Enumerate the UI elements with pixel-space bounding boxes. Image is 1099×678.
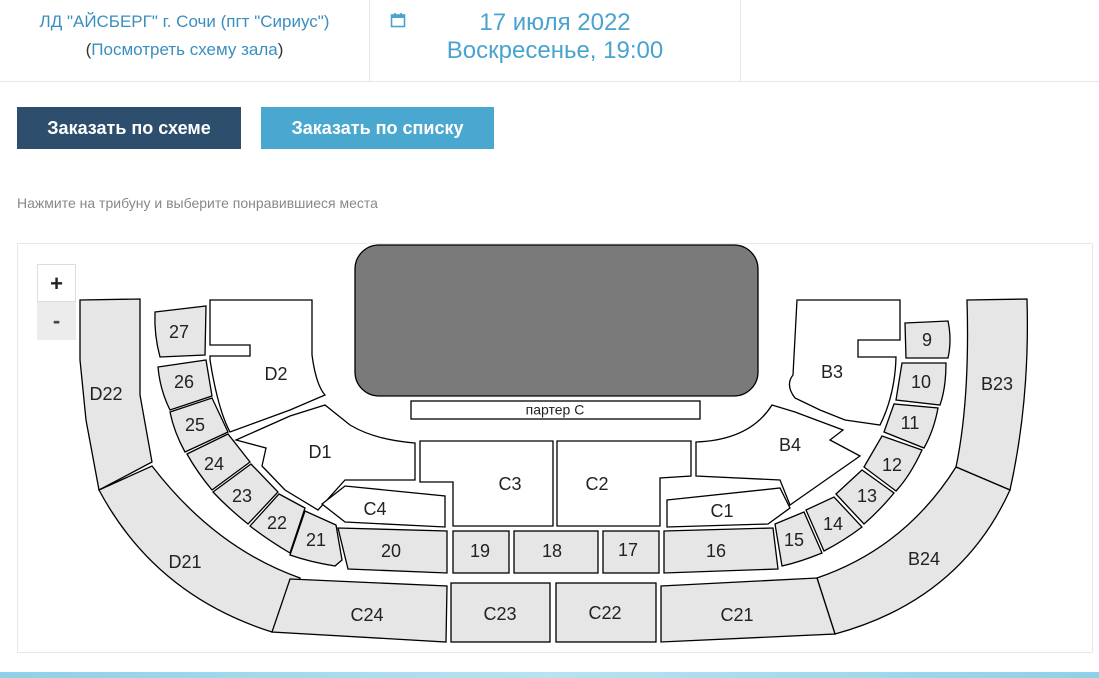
section-b23[interactable]: B23	[955, 298, 1029, 491]
event-header: ЛД "АЙСБЕРГ" г. Сочи (пгт "Сириус") (Пос…	[0, 0, 1099, 82]
section-19[interactable]: 19	[452, 530, 510, 574]
svg-text:партер C: партер C	[526, 402, 585, 418]
svg-text:15: 15	[784, 530, 804, 550]
venue-scheme-line: (Посмотреть схему зала)	[85, 40, 284, 59]
event-date: 17 июля 2022	[479, 9, 631, 36]
svg-text:20: 20	[381, 541, 401, 561]
section-9[interactable]: 9	[904, 320, 951, 359]
svg-text:26: 26	[174, 372, 194, 392]
footer-strip	[0, 672, 1099, 678]
zoom-in-button[interactable]: +	[37, 264, 76, 302]
section-18[interactable]: 18	[513, 530, 599, 574]
svg-text:11: 11	[901, 413, 920, 433]
svg-text:19: 19	[470, 541, 490, 561]
section-20[interactable]: 20	[337, 527, 448, 574]
map-hint-text: Нажмите на трибуну и выберите понравивши…	[17, 195, 378, 211]
svg-text:9: 9	[922, 330, 932, 350]
svg-text:B4: B4	[779, 435, 801, 455]
section-c22[interactable]: C22	[555, 582, 657, 643]
svg-text:21: 21	[306, 530, 326, 550]
svg-text:16: 16	[706, 541, 726, 561]
order-by-scheme-button[interactable]: Заказать по схеме	[17, 107, 241, 149]
section-c24[interactable]: C24	[271, 578, 448, 643]
svg-text:25: 25	[185, 415, 205, 435]
svg-text:22: 22	[267, 513, 287, 533]
section-10[interactable]: 10	[895, 362, 947, 406]
svg-text:B23: B23	[981, 374, 1013, 394]
seat-map: партер C D22 D21 B23 B24 C24 C23 C22 C21…	[79, 244, 1029, 643]
svg-text:13: 13	[857, 486, 877, 506]
svg-text:C22: C22	[588, 603, 621, 623]
event-weekday-time: Воскресенье, 19:00	[446, 37, 664, 64]
section-27[interactable]: 27	[154, 305, 207, 358]
section-parter-c[interactable]: партер C	[410, 400, 701, 420]
section-b3[interactable]: B3	[788, 299, 901, 426]
date-cell: 17 июля 2022 Воскресенье, 19:00	[370, 0, 741, 81]
svg-text:18: 18	[542, 541, 562, 561]
section-c21[interactable]: C21	[660, 577, 836, 643]
svg-text:B3: B3	[821, 362, 843, 382]
section-17[interactable]: 17	[602, 530, 660, 574]
venue-name[interactable]: ЛД "АЙСБЕРГ" г. Сочи (пгт "Сириус")	[0, 12, 369, 32]
svg-text:23: 23	[232, 486, 252, 506]
svg-text:D1: D1	[308, 442, 331, 462]
section-16[interactable]: 16	[663, 527, 779, 574]
section-d22[interactable]: D22	[79, 298, 153, 491]
order-by-list-button[interactable]: Заказать по списку	[261, 107, 494, 149]
venue-cell: ЛД "АЙСБЕРГ" г. Сочи (пгт "Сириус") (Пос…	[0, 0, 370, 81]
svg-text:C1: C1	[710, 501, 733, 521]
svg-text:24: 24	[204, 454, 224, 474]
svg-text:17: 17	[618, 540, 638, 560]
svg-text:C23: C23	[483, 604, 516, 624]
svg-text:B24: B24	[908, 549, 940, 569]
svg-text:D2: D2	[264, 364, 287, 384]
view-hall-scheme-link[interactable]: Посмотреть схему зала	[91, 40, 277, 59]
section-c4[interactable]: C4	[320, 485, 446, 528]
svg-text:14: 14	[823, 514, 843, 534]
section-c23[interactable]: C23	[450, 582, 551, 643]
svg-text:12: 12	[882, 455, 902, 475]
zoom-out-button[interactable]: -	[37, 302, 76, 340]
svg-text:10: 10	[911, 372, 931, 392]
ice-rink-stage	[354, 244, 759, 397]
svg-text:D22: D22	[89, 384, 122, 404]
svg-text:C24: C24	[350, 605, 383, 625]
svg-text:C4: C4	[363, 499, 386, 519]
svg-text:27: 27	[169, 322, 189, 342]
svg-text:C21: C21	[720, 605, 753, 625]
svg-text:C3: C3	[498, 474, 521, 494]
section-c1[interactable]: C1	[666, 487, 791, 528]
svg-text:D21: D21	[168, 552, 201, 572]
svg-text:C2: C2	[585, 474, 608, 494]
